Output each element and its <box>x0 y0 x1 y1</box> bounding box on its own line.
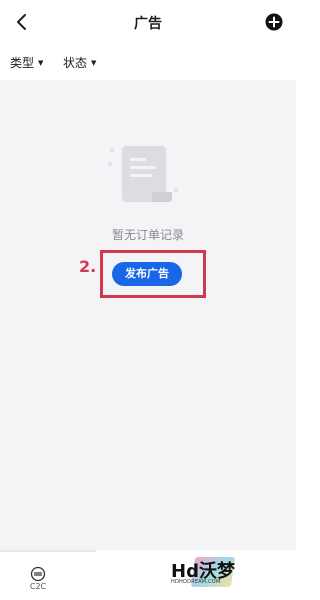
watermark-subtext: HDHODREAM.COM <box>171 579 221 585</box>
page-title: 广告 <box>134 16 162 32</box>
add-circle-icon[interactable] <box>265 13 283 31</box>
annotation-step-label: 2. <box>79 257 97 276</box>
filter-type-dropdown[interactable]: 类型 ▼ <box>10 54 43 71</box>
tab-c2c-label: C2C <box>29 582 47 591</box>
caret-down-icon: ▼ <box>91 58 97 67</box>
filter-status-label: 状态 <box>63 56 88 70</box>
c2c-icon <box>30 566 46 582</box>
empty-document-icon <box>108 146 178 202</box>
bottom-nav-indicator <box>0 550 96 552</box>
tab-c2c[interactable]: C2C <box>22 562 54 594</box>
content-area: 暂无订单记录 2. 发布广告 <box>0 80 296 550</box>
filter-type-label: 类型 <box>10 56 35 70</box>
empty-state-message: 暂无订单记录 <box>111 228 184 242</box>
filter-status-dropdown[interactable]: 状态 ▼ <box>63 54 96 71</box>
caret-down-icon: ▼ <box>38 58 44 67</box>
app-header: 广告 <box>0 0 296 44</box>
post-ad-button[interactable]: 发布广告 <box>112 262 182 286</box>
watermark-logo: Hd沃梦 HDHODREAM.COM <box>167 555 237 589</box>
filter-bar: 类型 ▼ 状态 ▼ <box>0 44 296 80</box>
